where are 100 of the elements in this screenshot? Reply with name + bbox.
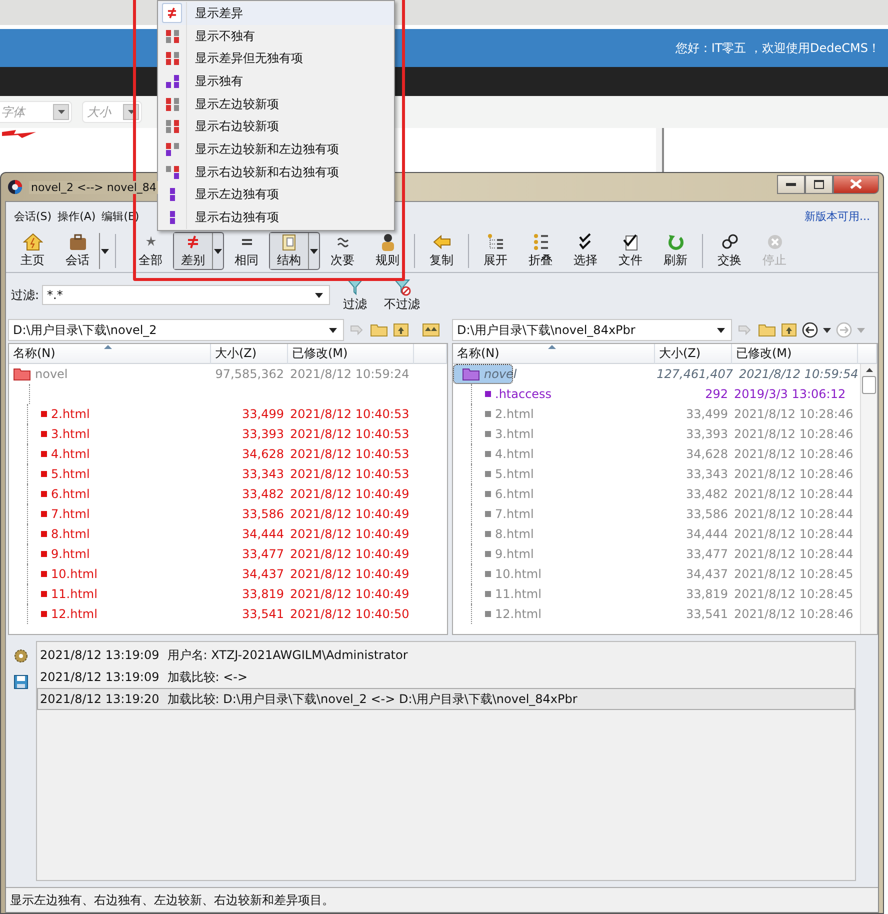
menu-item[interactable]: 显示差异 [158,2,394,25]
menu-item[interactable]: 显示左边较新项 [158,92,394,116]
file-row[interactable]: 11.html 33,819 2021/8/12 10:40:49 [9,584,447,604]
update-link[interactable]: 新版本可用... [804,208,870,224]
toolbar-button[interactable]: 复制 [420,233,463,269]
file-size: 33,541 [685,607,729,621]
file-row[interactable]: 12.html 33,541 2021/8/12 10:40:50 [9,604,447,624]
filter-field[interactable]: *.* [42,285,330,305]
case-icon [68,233,88,251]
dropdown-button[interactable] [308,233,319,269]
arrow-icon [432,233,452,251]
file-row[interactable]: 5.html 33,343 2021/8/12 10:40:53 [9,464,447,484]
menu-item[interactable]: 显示右边较新和右边独有项 [158,160,394,184]
file-size: 33,477 [241,547,285,561]
file-marker-icon [41,611,47,617]
file-size: 34,444 [241,527,285,541]
toolbar-button[interactable]: 规则 [366,233,409,269]
file-row[interactable]: 7.html 33,586 2021/8/12 10:40:49 [9,504,447,524]
menu-item[interactable]: 操作(A) [58,208,96,224]
sync-icon[interactable] [422,323,440,337]
legend-icon [170,211,174,224]
menu-item[interactable]: 显示独有 [158,70,394,93]
file-name: 8.html [495,527,534,541]
toolbar-button[interactable]: 折叠 [519,233,562,269]
file-size: 33,393 [241,427,285,441]
file-marker-icon [485,391,491,397]
tree-icon [486,233,506,251]
file-row[interactable]: .htaccess 292 2019/3/3 13:06:12 [453,384,860,404]
dropdown-button[interactable] [212,233,223,269]
file-row[interactable]: 10.html 34,437 2021/8/12 10:40:49 [9,564,447,584]
file-row[interactable]: 9.html 33,477 2021/8/12 10:40:49 [9,544,447,564]
file-row[interactable]: 3.html 33,393 2021/8/12 10:40:53 [9,424,447,444]
column-header[interactable]: 大小(Z) [655,344,732,364]
scroll-up-icon[interactable] [866,368,872,372]
minimize-icon [786,182,796,186]
caret-icon[interactable] [823,328,831,332]
folder-up-icon[interactable] [393,323,409,337]
column-header[interactable]: 大小(Z) [211,344,288,364]
toolbar-button[interactable]: 相同 [225,233,268,269]
status-text: 显示左边独有、右边独有、左边较新、右边较新和差异项目。 [10,892,334,908]
menu-item[interactable]: 显示左边较新和左边独有项 [158,138,394,161]
maximize-button[interactable] [805,174,833,194]
file-marker-icon [485,571,491,577]
app-icon [7,179,23,195]
toolbar-button[interactable]: 全部 [129,233,172,269]
scrollbar[interactable] [860,364,877,634]
column-header[interactable]: 已修改(M) [288,344,414,364]
menu-item[interactable]: 会话(S) [14,208,52,224]
toolbar-button[interactable]: 次要 [321,233,364,269]
path-field[interactable]: D:\用户目录\下载\novel_2 [8,319,344,341]
folder-up-icon[interactable] [781,323,797,337]
minimize-button[interactable] [777,174,805,194]
caret-icon [58,110,64,114]
folder-icon[interactable] [758,323,776,337]
file-modified: 2021/8/12 10:28:46 [733,407,854,421]
dropdown-button[interactable] [99,233,110,269]
scroll-thumb[interactable] [862,376,876,394]
filter-button[interactable]: 不过滤 [380,278,424,312]
file-row[interactable]: 6.html 33,482 2021/8/12 10:40:49 [9,484,447,504]
file-name: 3.html [495,427,534,441]
file-size: 33,541 [241,607,285,621]
toolbar-button[interactable]: 文件 [609,233,652,269]
toolbar-button[interactable]: 选择 [564,233,607,269]
menu-item[interactable]: 显示差异但无独有项 [158,47,394,70]
file-modified: 2021/8/12 10:28:44 [733,527,854,541]
legend-icon [170,188,174,202]
back-icon[interactable] [802,322,818,338]
log-message: 加载比较: D:\用户目录\下载\novel_2 <-> D:\用户目录\下载\novel_84xPbr [167,690,578,708]
column-header[interactable]: 名称(N) [9,344,211,364]
save-icon[interactable] [14,675,28,689]
menu-item[interactable]: 显示右边独有项 [158,206,394,229]
column-header[interactable]: 已修改(M) [732,344,858,364]
file-row[interactable]: 4.html 34,628 2021/8/12 10:40:53 [9,444,447,464]
menu-item[interactable]: 显示左边独有项 [158,184,394,206]
toolbar-button[interactable]: 主页 [11,233,54,269]
file-marker-icon [485,591,491,597]
folder-icon[interactable] [370,323,388,337]
legend-icon [166,166,178,179]
menu-item[interactable]: 显示不独有 [158,24,394,48]
toolbar-button[interactable]: 展开 [474,233,517,269]
path-field[interactable]: D:\用户目录\下载\novel_84xPbr [452,319,732,341]
file-marker-icon [41,531,47,537]
toolbar-button[interactable]: 刷新 [654,233,697,269]
menu-item[interactable]: 显示右边较新项 [158,115,394,138]
column-header[interactable]: 名称(N) [453,344,655,364]
log-time: 2021/8/12 13:19:09 [40,670,160,684]
greeting-text: 您好：IT零五 ，欢迎使用DedeCMS！ [675,40,880,56]
file-row[interactable]: 2.html 33,499 2021/8/12 10:40:53 [9,404,447,424]
column-header [858,344,877,364]
gear-icon[interactable] [14,649,28,663]
window-title: novel_2 <--> novel_84 [29,180,158,194]
file-marker-icon [485,551,491,557]
file-name: 12.html [51,607,98,621]
toolbar-button[interactable]: 交换 [708,233,751,269]
no-filter-icon [393,278,412,296]
filter-button[interactable]: 过滤 [339,278,372,312]
toolbar-button[interactable]: 会话 [56,233,99,269]
close-button[interactable] [833,174,879,194]
file-row[interactable]: 8.html 34,444 2021/8/12 10:40:49 [9,524,447,544]
file-size: 33,819 [241,587,285,601]
